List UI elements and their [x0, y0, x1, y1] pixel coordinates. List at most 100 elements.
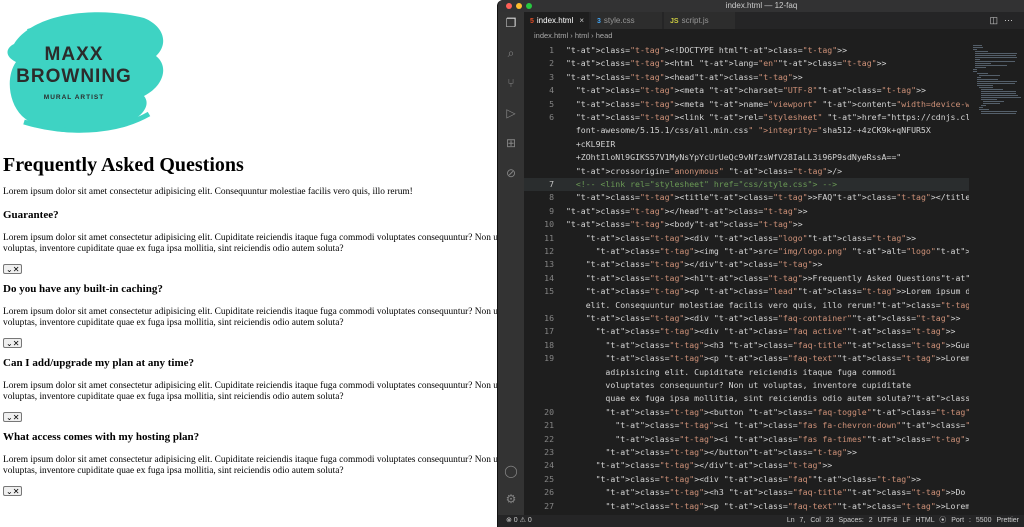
code-line[interactable]: 25 "t-at">class="t-tag"><div "t-at">clas…	[524, 473, 969, 486]
minimap[interactable]	[969, 43, 1024, 515]
code-text: "t-at">class="t-tag"><head"t-at">class="…	[566, 71, 803, 82]
faq-title: Guarantee?	[3, 209, 59, 221]
code-line[interactable]: 24 "t-at">class="t-tag"></div"t-at">clas…	[524, 459, 969, 472]
minimap-line	[981, 99, 998, 100]
code-text: "t-at">class="t-tag"></div"t-at">class="…	[585, 259, 823, 270]
minimap-line	[973, 47, 983, 48]
code-editor-window: index.html — 12-faq ❐ ⌕ ⑂ ▷ ⊞ ⊘ ◯ ⚙ 5 ind…	[497, 0, 1024, 527]
code-line[interactable]: 10 "t-at">class="t-tag"><body"t-at">class…	[524, 218, 969, 231]
code-line[interactable]: font-awesome/5.15.1/css/all.min.css" ">i…	[524, 124, 969, 137]
code-line[interactable]: 7 <!-- <link rel="stylesheet" href="css/…	[524, 178, 969, 192]
split-editor-icon[interactable]: ◫	[989, 15, 1004, 25]
code-line[interactable]: quae ex fuga ipsa mollitia, sint reicien…	[524, 392, 969, 405]
code-line[interactable]: 1 "t-at">class="t-tag"><!DOCTYPE html"t-a…	[524, 44, 969, 57]
faq-toggle-button[interactable]: ⌄✕	[3, 412, 23, 422]
activity-bar: ❐ ⌕ ⑂ ▷ ⊞ ⊘ ◯ ⚙	[498, 12, 524, 515]
minimap-line	[973, 69, 978, 70]
minimap-line	[981, 111, 1017, 112]
code-text: "t-at">class="t-tag"><title"t-at">class=…	[575, 192, 969, 203]
encoding[interactable]: UTF-8	[878, 517, 898, 524]
breadcrumb-item[interactable]: index.html	[534, 31, 568, 40]
run-debug-icon[interactable]: ▷	[504, 106, 518, 120]
line-number: 5	[549, 98, 554, 109]
minimap-line	[977, 85, 994, 86]
account-icon[interactable]: ◯	[504, 464, 518, 478]
code-line[interactable]: 17 "t-at">class="t-tag"><div "t-at">clas…	[524, 325, 969, 338]
code-line[interactable]: 18 "t-at">class="t-tag"><h3 "t-at">class…	[524, 339, 969, 352]
code-area[interactable]: 1 "t-at">class="t-tag"><!DOCTYPE html"t-a…	[524, 43, 969, 515]
line-number: 7	[549, 179, 554, 189]
code-line[interactable]: elit. Consequuntur molestiae facilis ver…	[524, 299, 969, 312]
code-line[interactable]: 3 "t-at">class="t-tag"><head"t-at">class=…	[524, 71, 969, 84]
code-line[interactable]: 13 "t-at">class="t-tag"></div"t-at">clas…	[524, 258, 969, 271]
explorer-icon[interactable]: ❐	[504, 16, 518, 30]
faq-toggle-button[interactable]: ⌄✕	[3, 264, 23, 274]
code-text: "t-at">class="t-tag"><p "t-at">class="le…	[585, 286, 969, 297]
code-line[interactable]: 27 "t-at">class="t-tag"><p "t-at">class=…	[524, 500, 969, 513]
code-line[interactable]: 8 "t-at">class="t-tag"><title"t-at">clas…	[524, 191, 969, 204]
live-server-port[interactable]: ⦿ Port : 5500	[939, 517, 991, 524]
line-number: 17	[544, 326, 554, 337]
formatter[interactable]: Prettier	[996, 517, 1019, 524]
code-line[interactable]: 15 "t-at">class="t-tag"><p "t-at">class=…	[524, 285, 969, 298]
code-line[interactable]: 14 "t-at">class="t-tag"><h1"t-at">class=…	[524, 272, 969, 285]
code-line[interactable]: 12 "t-at">class="t-tag"><img "t-at">src=…	[524, 245, 969, 258]
page-title: Frequently Asked Questions	[3, 154, 244, 176]
code-line[interactable]: +ZOhtIloNl9GIKS57V1MyNsYpYcUrUeQc9vNfzsW…	[524, 151, 969, 164]
code-line[interactable]: 2 "t-at">class="t-tag"><html "t-at">lang=…	[524, 57, 969, 70]
code-line[interactable]: 19 "t-at">class="t-tag"><p "t-at">class=…	[524, 352, 969, 365]
tab-style-css[interactable]: 3 style.css	[591, 12, 663, 29]
line-number: 2	[549, 58, 554, 69]
faq-toggle-button[interactable]: ⌄✕	[3, 338, 23, 348]
minimap-line	[975, 59, 980, 60]
code-text: "t-at">class="t-tag"><button "t-at">clas…	[605, 406, 969, 417]
code-text: "t-at">class="t-tag"><h3 "t-at">class="f…	[605, 339, 969, 350]
source-control-icon[interactable]: ⑂	[504, 76, 518, 90]
faq-text: Lorem ipsum dolor sit amet consectetur a…	[3, 381, 497, 402]
breadcrumb-item[interactable]: html	[575, 31, 589, 40]
faq-item: Guarantee? Lorem ipsum dolor sit amet co…	[3, 209, 497, 277]
code-text: "t-at">class="t-tag"><link "t-at">rel="s…	[575, 112, 969, 122]
code-line[interactable]: 11 "t-at">class="t-tag"><div "t-at">clas…	[524, 232, 969, 245]
code-line[interactable]: adipisicing elit. Cupiditate reiciendis …	[524, 366, 969, 379]
code-text: "t-at">class="t-tag"><p "t-at">class="fa…	[605, 500, 969, 511]
remote-icon[interactable]: ⊘	[504, 166, 518, 180]
code-line[interactable]: voluptates consequuntur? Non ut voluptas…	[524, 379, 969, 392]
code-text: "t-at">class="t-tag"><div "t-at">class="…	[595, 473, 921, 484]
extensions-icon[interactable]: ⊞	[504, 136, 518, 150]
indentation[interactable]: Spaces: 2	[839, 517, 873, 524]
js-icon: JS	[670, 18, 679, 25]
code-line[interactable]: 23 "t-at">class="t-tag"></button"t-at">c…	[524, 446, 969, 459]
code-line[interactable]: +cKL9EIR	[524, 138, 969, 151]
tab-index-html[interactable]: 5 index.html ×	[524, 12, 590, 29]
minimap-line	[975, 61, 1015, 62]
problems-indicator[interactable]: ⊗ 0 ⚠ 0	[506, 515, 532, 527]
code-line[interactable]: "t-at">crossorigin="anonymous" "t-at">cl…	[524, 165, 969, 178]
minimap-line	[981, 105, 987, 106]
code-line[interactable]: 26 "t-at">class="t-tag"><h3 "t-at">class…	[524, 486, 969, 499]
minimap-line	[981, 91, 1016, 92]
faq-toggle-button[interactable]: ⌄✕	[3, 486, 23, 496]
code-line[interactable]: 4 "t-at">class="t-tag"><meta "t-at">char…	[524, 84, 969, 97]
more-actions-icon[interactable]: ⋯	[1004, 15, 1019, 25]
language-mode[interactable]: HTML	[916, 517, 935, 524]
code-text: "t-at">class="t-tag"></div"t-at">class="…	[595, 460, 833, 471]
close-tab-icon[interactable]: ×	[579, 16, 584, 25]
code-line[interactable]: 6 "t-at">class="t-tag"><link "t-at">rel=…	[524, 111, 969, 124]
search-icon[interactable]: ⌕	[504, 46, 518, 60]
breadcrumb-item[interactable]: head	[596, 31, 613, 40]
code-line[interactable]: 22 "t-at">class="t-tag"><i "t-at">class=…	[524, 433, 969, 446]
eol[interactable]: LF	[902, 517, 910, 524]
code-line[interactable]: 21 "t-at">class="t-tag"><i "t-at">class=…	[524, 419, 969, 432]
settings-gear-icon[interactable]: ⚙	[504, 492, 518, 506]
code-text: "t-at">class="t-tag"><img "t-at">src="im…	[595, 246, 969, 256]
code-line[interactable]: 5 "t-at">class="t-tag"><meta "t-at">name…	[524, 98, 969, 111]
line-number: 3	[549, 71, 554, 82]
minimap-line	[975, 55, 1016, 56]
code-line[interactable]: 16 "t-at">class="t-tag"><div "t-at">clas…	[524, 312, 969, 325]
tab-script-js[interactable]: JS script.js	[664, 12, 736, 29]
code-line[interactable]: 20 "t-at">class="t-tag"><button "t-at">c…	[524, 406, 969, 419]
line-number: 10	[544, 219, 554, 230]
cursor-position[interactable]: Ln 7, Col 23	[787, 517, 834, 524]
code-line[interactable]: 9 "t-at">class="t-tag"></head"t-at">class…	[524, 205, 969, 218]
